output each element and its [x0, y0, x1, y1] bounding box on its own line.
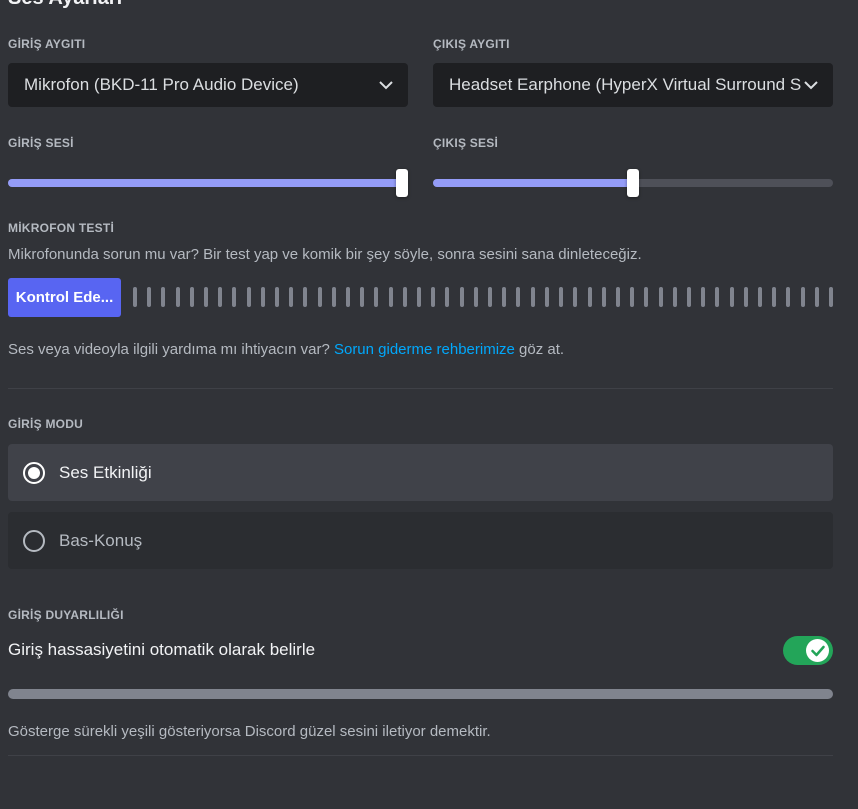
meter-bar	[828, 287, 833, 307]
meter-bar	[601, 287, 606, 307]
input-mode-option-label: Bas-Konuş	[59, 530, 143, 550]
input-mode-option-voice-activity[interactable]: Ses Etkinliği	[8, 444, 833, 501]
meter-bar	[559, 287, 564, 307]
meter-bar	[402, 287, 407, 307]
meter-bar	[488, 287, 493, 307]
meter-bar	[303, 287, 308, 307]
output-device-value: Headset Earphone (HyperX Virtual Surroun…	[449, 75, 801, 94]
meter-bar	[161, 287, 166, 307]
output-volume-fill	[433, 179, 633, 187]
sensitivity-meter	[8, 689, 833, 699]
meter-bar	[346, 287, 351, 307]
radio-unselected-icon	[23, 529, 45, 552]
input-volume-handle[interactable]	[396, 169, 408, 197]
help-prefix: Ses veya videoyla ilgili yardıma mı ihti…	[8, 341, 334, 358]
meter-bar	[431, 287, 436, 307]
input-sensitivity-label: GİRİŞ DUYARLILIĞI	[8, 608, 124, 622]
meter-bar	[544, 287, 549, 307]
divider	[8, 755, 833, 756]
input-volume-label: GİRİŞ SESİ	[8, 136, 74, 150]
output-device-label: ÇIKIŞ AYGITI	[433, 37, 510, 51]
meter-bar	[260, 287, 265, 307]
meter-bar	[374, 287, 379, 307]
meter-bar	[218, 287, 223, 307]
meter-bar	[417, 287, 422, 307]
meter-bar	[289, 287, 294, 307]
help-suffix: göz at.	[514, 341, 565, 358]
meter-bar	[459, 287, 464, 307]
meter-bar	[701, 287, 706, 307]
input-device-select[interactable]: Mikrofon (BKD-11 Pro Audio Device)	[8, 63, 408, 107]
output-volume-slider[interactable]	[433, 169, 833, 197]
help-text: Ses veya videoyla ilgili yardıma mı ihti…	[8, 340, 564, 360]
mic-test-label: MİKROFON TESTİ	[8, 221, 115, 235]
chevron-down-icon	[801, 75, 821, 95]
meter-bar	[317, 287, 322, 307]
divider	[8, 388, 833, 389]
meter-bar	[502, 287, 507, 307]
input-mode-option-push-to-talk[interactable]: Bas-Konuş	[8, 512, 833, 569]
chevron-down-icon	[376, 75, 396, 95]
meter-bar	[516, 287, 521, 307]
meter-bar	[360, 287, 365, 307]
input-device-value: Mikrofon (BKD-11 Pro Audio Device)	[24, 75, 299, 94]
mic-level-meter	[133, 287, 833, 307]
input-mode-option-label: Ses Etkinliği	[59, 462, 152, 482]
auto-sensitivity-toggle[interactable]	[783, 636, 833, 665]
meter-bar	[630, 287, 635, 307]
meter-bar	[147, 287, 152, 307]
output-volume-label: ÇIKIŞ SESİ	[433, 136, 499, 150]
meter-bar	[275, 287, 280, 307]
meter-bar	[615, 287, 620, 307]
meter-bar	[331, 287, 336, 307]
meter-bar	[530, 287, 535, 307]
meter-bar	[772, 287, 777, 307]
meter-bar	[587, 287, 592, 307]
meter-bar	[686, 287, 691, 307]
meter-bar	[175, 287, 180, 307]
sensitivity-footer: Gösterge sürekli yeşili gösteriyorsa Dis…	[8, 723, 491, 740]
meter-bar	[743, 287, 748, 307]
meter-bar	[786, 287, 791, 307]
meter-bar	[814, 287, 819, 307]
page-title: Ses Ayarları	[8, 0, 122, 10]
meter-bar	[573, 287, 578, 307]
meter-bar	[473, 287, 478, 307]
input-device-label: GİRİŞ AYGITI	[8, 37, 86, 51]
meter-bar	[644, 287, 649, 307]
auto-sensitivity-label: Giriş hassasiyetini otomatik olarak beli…	[8, 640, 316, 659]
meter-bar	[388, 287, 393, 307]
meter-bar	[232, 287, 237, 307]
meter-bar	[204, 287, 209, 307]
meter-bar	[246, 287, 251, 307]
meter-bar	[729, 287, 734, 307]
meter-bar	[189, 287, 194, 307]
meter-bar	[445, 287, 450, 307]
input-volume-slider[interactable]	[8, 169, 408, 197]
troubleshooting-link[interactable]: Sorun giderme rehberimize	[334, 341, 515, 358]
meter-bar	[672, 287, 677, 307]
meter-bar	[800, 287, 805, 307]
meter-bar	[133, 287, 137, 307]
radio-selected-icon	[23, 461, 45, 484]
checkmark-icon	[806, 639, 829, 662]
meter-bar	[715, 287, 720, 307]
input-mode-label: GİRİŞ MODU	[8, 417, 84, 431]
output-device-select[interactable]: Headset Earphone (HyperX Virtual Surroun…	[433, 63, 833, 107]
meter-bar	[658, 287, 663, 307]
output-volume-handle[interactable]	[627, 169, 639, 197]
mic-check-button[interactable]: Kontrol Ede...	[8, 278, 121, 317]
mic-test-description: Mikrofonunda sorun mu var? Bir test yap …	[8, 246, 642, 263]
meter-bar	[757, 287, 762, 307]
input-volume-fill	[8, 179, 402, 187]
